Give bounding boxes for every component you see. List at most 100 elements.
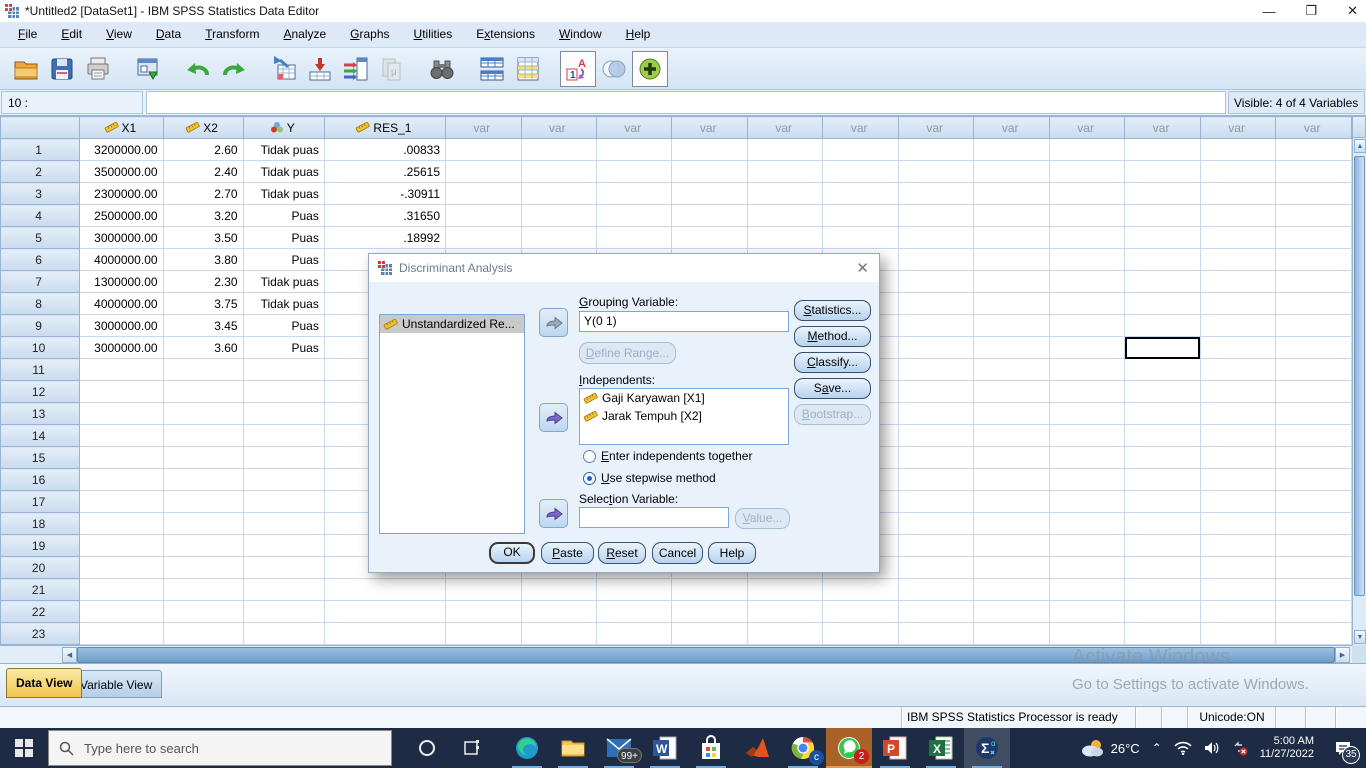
scroll-left-arrow[interactable]: ◀: [62, 647, 77, 663]
grid-cell[interactable]: 1300000.00: [80, 271, 163, 293]
grid-cell[interactable]: [1200, 381, 1275, 403]
grid-cell[interactable]: 4000000.00: [80, 249, 163, 271]
grid-cell[interactable]: [1125, 249, 1200, 271]
grid-cell[interactable]: [1049, 271, 1124, 293]
column-header-var[interactable]: var: [747, 117, 822, 139]
row-header[interactable]: 22: [1, 601, 80, 623]
grid-cell[interactable]: [80, 381, 163, 403]
grid-cell[interactable]: [1200, 271, 1275, 293]
go-to-case-button[interactable]: [266, 51, 302, 87]
grid-cell[interactable]: [1049, 139, 1124, 161]
grid-cell[interactable]: [974, 557, 1049, 579]
grid-cell[interactable]: [1200, 623, 1275, 645]
row-header[interactable]: 19: [1, 535, 80, 557]
grid-cell[interactable]: [1200, 557, 1275, 579]
use-variable-sets-button[interactable]: [596, 51, 632, 87]
row-header[interactable]: 2: [1, 161, 80, 183]
grid-cell[interactable]: [243, 601, 324, 623]
row-header[interactable]: 17: [1, 491, 80, 513]
grid-cell[interactable]: [974, 337, 1049, 359]
grid-cell[interactable]: [1200, 535, 1275, 557]
scroll-right-arrow[interactable]: ▶: [1335, 647, 1350, 663]
scroll-up-arrow[interactable]: ▲: [1354, 139, 1366, 153]
grid-cell[interactable]: [974, 425, 1049, 447]
grid-cell[interactable]: [974, 139, 1049, 161]
grid-cell[interactable]: [446, 227, 521, 249]
row-header[interactable]: 20: [1, 557, 80, 579]
column-header-var[interactable]: var: [1200, 117, 1275, 139]
grid-cell[interactable]: [974, 403, 1049, 425]
row-header[interactable]: 8: [1, 293, 80, 315]
column-header-var[interactable]: var: [672, 117, 747, 139]
value-labels-button[interactable]: A1: [560, 51, 596, 87]
column-header-var[interactable]: var: [596, 117, 671, 139]
grid-cell[interactable]: [747, 579, 822, 601]
grid-cell[interactable]: [1049, 249, 1124, 271]
column-header-var[interactable]: var: [1125, 117, 1200, 139]
column-header-y[interactable]: Y: [243, 117, 324, 139]
list-item-x2[interactable]: Jarak Tempuh [X2]: [580, 407, 788, 425]
menu-item-transform[interactable]: Transform: [193, 22, 271, 47]
list-item-unstandardized-residual[interactable]: Unstandardized Re...: [380, 315, 524, 333]
grid-cell[interactable]: [80, 359, 163, 381]
grid-cell[interactable]: [1049, 425, 1124, 447]
column-header-x2[interactable]: X2: [163, 117, 243, 139]
grid-cell[interactable]: [898, 249, 973, 271]
row-header[interactable]: 10: [1, 337, 80, 359]
grid-cell[interactable]: [1200, 491, 1275, 513]
grid-cell[interactable]: [898, 381, 973, 403]
menu-item-utilities[interactable]: Utilities: [402, 22, 465, 47]
grid-cell[interactable]: [596, 623, 671, 645]
grid-cell[interactable]: [898, 315, 973, 337]
grid-cell[interactable]: [672, 205, 747, 227]
grid-cell[interactable]: [1276, 403, 1352, 425]
grid-cell[interactable]: [672, 579, 747, 601]
grid-cell[interactable]: [521, 227, 596, 249]
recall-dialogs-button[interactable]: [130, 51, 166, 87]
grid-cell[interactable]: [898, 447, 973, 469]
radio-enter-together[interactable]: Enter independents together: [583, 449, 752, 463]
close-button[interactable]: ✕: [1347, 3, 1358, 19]
grid-cell[interactable]: Puas: [243, 227, 324, 249]
menu-item-data[interactable]: Data: [144, 22, 193, 47]
grid-cell[interactable]: [80, 491, 163, 513]
grid-cell[interactable]: [974, 447, 1049, 469]
tab-data-view[interactable]: Data View: [6, 668, 82, 698]
grid-cell[interactable]: [1276, 139, 1352, 161]
grid-cell[interactable]: [1200, 469, 1275, 491]
grid-cell[interactable]: [1276, 557, 1352, 579]
grid-cell[interactable]: [1276, 293, 1352, 315]
grid-cell[interactable]: [898, 601, 973, 623]
grid-cell[interactable]: [243, 425, 324, 447]
column-header-var[interactable]: var: [898, 117, 973, 139]
grid-cell[interactable]: [1125, 425, 1200, 447]
grid-cell[interactable]: [163, 491, 243, 513]
vertical-scrollbar[interactable]: ▲ ▼: [1352, 138, 1366, 645]
grid-cell[interactable]: [1125, 447, 1200, 469]
grid-cell[interactable]: [163, 359, 243, 381]
taskbar-spss[interactable]: Σα: [964, 728, 1010, 768]
grid-cell[interactable]: [80, 579, 163, 601]
grid-cell[interactable]: [446, 139, 521, 161]
grid-cell[interactable]: [974, 381, 1049, 403]
grid-cell[interactable]: [672, 161, 747, 183]
grid-cell[interactable]: Tidak puas: [243, 161, 324, 183]
grid-cell[interactable]: [1049, 381, 1124, 403]
grid-cell[interactable]: [1276, 337, 1352, 359]
grid-cell[interactable]: [521, 205, 596, 227]
cancel-button[interactable]: Cancel: [652, 542, 703, 564]
grid-cell[interactable]: [747, 139, 822, 161]
grid-cell[interactable]: 3500000.00: [80, 161, 163, 183]
taskbar-file-explorer[interactable]: [550, 728, 596, 768]
grid-cell[interactable]: [672, 183, 747, 205]
menu-item-graphs[interactable]: Graphs: [338, 22, 401, 47]
grid-cell[interactable]: [1276, 381, 1352, 403]
grid-cell[interactable]: [1049, 491, 1124, 513]
grid-cell[interactable]: [898, 205, 973, 227]
row-header[interactable]: 5: [1, 227, 80, 249]
grid-cell[interactable]: [1125, 491, 1200, 513]
grid-cell[interactable]: [1276, 161, 1352, 183]
grid-cell[interactable]: [446, 601, 521, 623]
grid-cell[interactable]: [163, 623, 243, 645]
grid-cell[interactable]: [596, 579, 671, 601]
